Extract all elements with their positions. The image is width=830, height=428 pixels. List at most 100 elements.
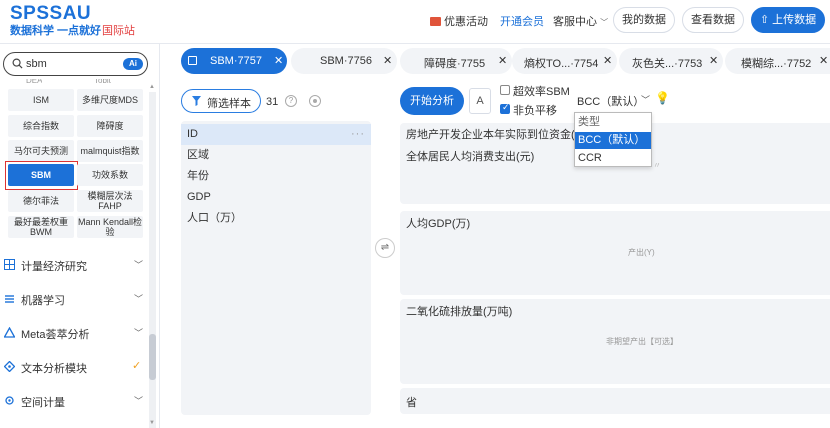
method-ism[interactable]: ISM bbox=[8, 89, 74, 111]
tab-sbm-7757[interactable]: SBM·7757 ✕ bbox=[181, 48, 287, 74]
view-data-button[interactable]: 查看数据 bbox=[682, 7, 744, 33]
my-data-button[interactable]: 我的数据 bbox=[613, 7, 675, 33]
chevron-down-icon: ﹀ bbox=[134, 396, 144, 406]
brush-icon: A bbox=[476, 95, 484, 107]
more-icon[interactable]: ··· bbox=[351, 124, 365, 145]
method-markov[interactable]: 马尔可夫预测 bbox=[8, 140, 74, 162]
super-efficiency-checkbox[interactable] bbox=[500, 85, 510, 95]
tab-obstacle-7755[interactable]: 障碍度·7755 ✕ bbox=[400, 48, 512, 74]
close-icon[interactable]: ✕ bbox=[819, 54, 828, 67]
tab-label: 熵权TO...·7754 bbox=[524, 58, 599, 70]
extra-variable[interactable]: 省 bbox=[406, 394, 417, 410]
variable-item[interactable]: GDP bbox=[181, 187, 371, 208]
extra-variables-panel[interactable]: 省 bbox=[400, 388, 830, 414]
cube-icon bbox=[4, 361, 15, 372]
nonnegative-shift-checkbox[interactable] bbox=[500, 102, 510, 114]
category-spatial[interactable]: 空间计量 ﹀ bbox=[4, 391, 144, 411]
clear-brush-button[interactable]: A bbox=[469, 88, 491, 114]
chevron-down-icon: ﹀ bbox=[134, 260, 144, 270]
triangle-icon bbox=[4, 327, 15, 338]
category-label: Meta荟萃分析 bbox=[21, 329, 90, 341]
method-bwm[interactable]: 最好最差权重BWM bbox=[8, 216, 74, 238]
search-input[interactable] bbox=[26, 57, 116, 71]
tab-grey-relational-7753[interactable]: 灰色关...·7753 ✕ bbox=[619, 48, 723, 74]
method-composite-index[interactable]: 综合指数 bbox=[8, 115, 74, 137]
lightbulb-icon[interactable]: 💡 bbox=[655, 91, 670, 105]
close-icon[interactable]: ✕ bbox=[498, 54, 507, 67]
method-obstacle[interactable]: 障碍度 bbox=[77, 115, 143, 137]
cut-method-left: DEA bbox=[26, 79, 43, 85]
dropdown-header: 类型 bbox=[578, 116, 600, 128]
method-mds[interactable]: 多维尺度MDS bbox=[77, 89, 143, 111]
swap-icon[interactable]: ⇌ bbox=[375, 238, 395, 258]
dropdown-option-bcc[interactable]: BCC（默认） bbox=[575, 132, 651, 149]
tab-entropy-topsis-7754[interactable]: 熵权TO...·7754 ✕ bbox=[512, 48, 617, 74]
chevron-down-icon: ﹀ bbox=[134, 294, 144, 304]
intl-link[interactable]: 国际站 bbox=[102, 22, 135, 38]
upload-data-button[interactable]: ⇧ 上传数据 bbox=[751, 7, 825, 33]
scroll-down-arrow-icon[interactable]: ▼ bbox=[149, 420, 155, 426]
undesired-variable[interactable]: 二氧化硫排放量(万吨) bbox=[406, 303, 512, 319]
ai-badge[interactable]: Ai bbox=[123, 58, 143, 70]
model-type-select[interactable]: BCC（默认） bbox=[577, 93, 644, 109]
method-fahp[interactable]: 模糊层次法FAHP bbox=[77, 190, 143, 212]
settings-icon[interactable] bbox=[309, 95, 321, 107]
category-label: 计量经济研究 bbox=[21, 261, 87, 273]
filter-sample-button[interactable]: 筛选样本 bbox=[181, 89, 261, 113]
gear-icon bbox=[5, 396, 14, 405]
close-icon[interactable]: ✕ bbox=[274, 54, 283, 67]
output-variable[interactable]: 人均GDP(万) bbox=[406, 215, 470, 231]
input-variable[interactable]: 房地产开发企业本年实际到位资金(亿元) bbox=[406, 126, 600, 142]
customer-service-menu[interactable]: 客服中心 ﹀ bbox=[553, 13, 608, 29]
method-malmquist[interactable]: malmquist指数 bbox=[77, 140, 143, 162]
undesired-output-panel[interactable]: 二氧化硫排放量(万吨) 非期望产出【可选】 bbox=[400, 299, 830, 384]
close-icon[interactable]: ✕ bbox=[709, 54, 718, 67]
grid-icon bbox=[4, 259, 15, 270]
output-variables-panel[interactable]: 人均GDP(万) 产出(Y) bbox=[400, 211, 830, 295]
tab-sbm-7756[interactable]: SBM·7756 ✕ bbox=[291, 48, 397, 74]
sample-count: 31 bbox=[266, 96, 279, 108]
super-efficiency-label: 超效率SBM bbox=[513, 86, 570, 98]
category-meta-analysis[interactable]: Meta荟萃分析 ﹀ bbox=[4, 323, 144, 343]
customer-service-label: 客服中心 bbox=[553, 16, 597, 28]
category-text-analysis[interactable]: 文本分析模块 ✓ bbox=[4, 357, 144, 377]
category-econometrics[interactable]: 计量经济研究 ﹀ bbox=[4, 255, 144, 275]
upload-icon: ⇧ bbox=[759, 14, 773, 26]
search-box[interactable]: Ai bbox=[3, 52, 148, 76]
promo-label: 优惠活动 bbox=[444, 16, 488, 28]
dropdown-option-ccr[interactable]: CCR bbox=[575, 150, 651, 167]
tab-label: SBM·7757 bbox=[210, 55, 262, 67]
vip-check-icon: ✓ bbox=[132, 360, 142, 372]
sidebar: Ai DEA Tobit ISM 多维尺度MDS 综合指数 障碍度 马尔可夫预测… bbox=[0, 44, 160, 428]
category-label: 机器学习 bbox=[21, 295, 65, 307]
sidebar-scrollbar-thumb[interactable] bbox=[149, 334, 156, 380]
input-variable[interactable]: 全体居民人均消费支出(元) bbox=[406, 148, 534, 164]
upload-label: 上传数据 bbox=[772, 14, 817, 26]
help-icon[interactable]: ? bbox=[285, 95, 297, 107]
tab-label: 灰色关...·7753 bbox=[632, 58, 703, 70]
tab-label: 障碍度·7755 bbox=[424, 58, 486, 70]
variable-item[interactable]: 年份 bbox=[181, 166, 371, 187]
faint-watermark: 〃 bbox=[653, 161, 661, 170]
chevron-down-icon[interactable]: ﹀ bbox=[641, 93, 650, 106]
variable-item[interactable]: 区域 bbox=[181, 145, 371, 166]
variable-label: ID bbox=[187, 128, 198, 140]
start-analysis-button[interactable]: 开始分析 bbox=[400, 87, 464, 115]
promo-link[interactable]: 优惠活动 bbox=[430, 13, 488, 29]
close-icon[interactable]: ✕ bbox=[603, 54, 612, 67]
chevron-down-icon: ﹀ bbox=[600, 18, 609, 27]
close-icon[interactable]: ✕ bbox=[383, 54, 392, 67]
method-mann-kendall[interactable]: Mann Kendall检验 bbox=[77, 216, 143, 238]
vip-link[interactable]: 开通会员 bbox=[500, 13, 544, 29]
variable-item[interactable]: 人口（万） bbox=[181, 208, 371, 229]
undesired-placeholder: 非期望产出【可选】 bbox=[606, 337, 678, 346]
category-label: 空间计量 bbox=[21, 397, 65, 409]
category-machine-learning[interactable]: 机器学习 ﹀ bbox=[4, 289, 144, 309]
logo-slogan: 数据科学 一点就好 bbox=[10, 25, 102, 37]
method-delphi[interactable]: 德尔菲法 bbox=[8, 190, 74, 212]
method-efficacy[interactable]: 功效系数 bbox=[77, 164, 143, 186]
layers-icon bbox=[5, 295, 14, 303]
scroll-up-arrow-icon[interactable]: ▲ bbox=[149, 84, 155, 90]
variable-item[interactable]: ID ··· bbox=[181, 124, 371, 145]
tab-fuzzy-comprehensive-7752[interactable]: 模糊综...·7752 ✕ bbox=[725, 48, 830, 74]
